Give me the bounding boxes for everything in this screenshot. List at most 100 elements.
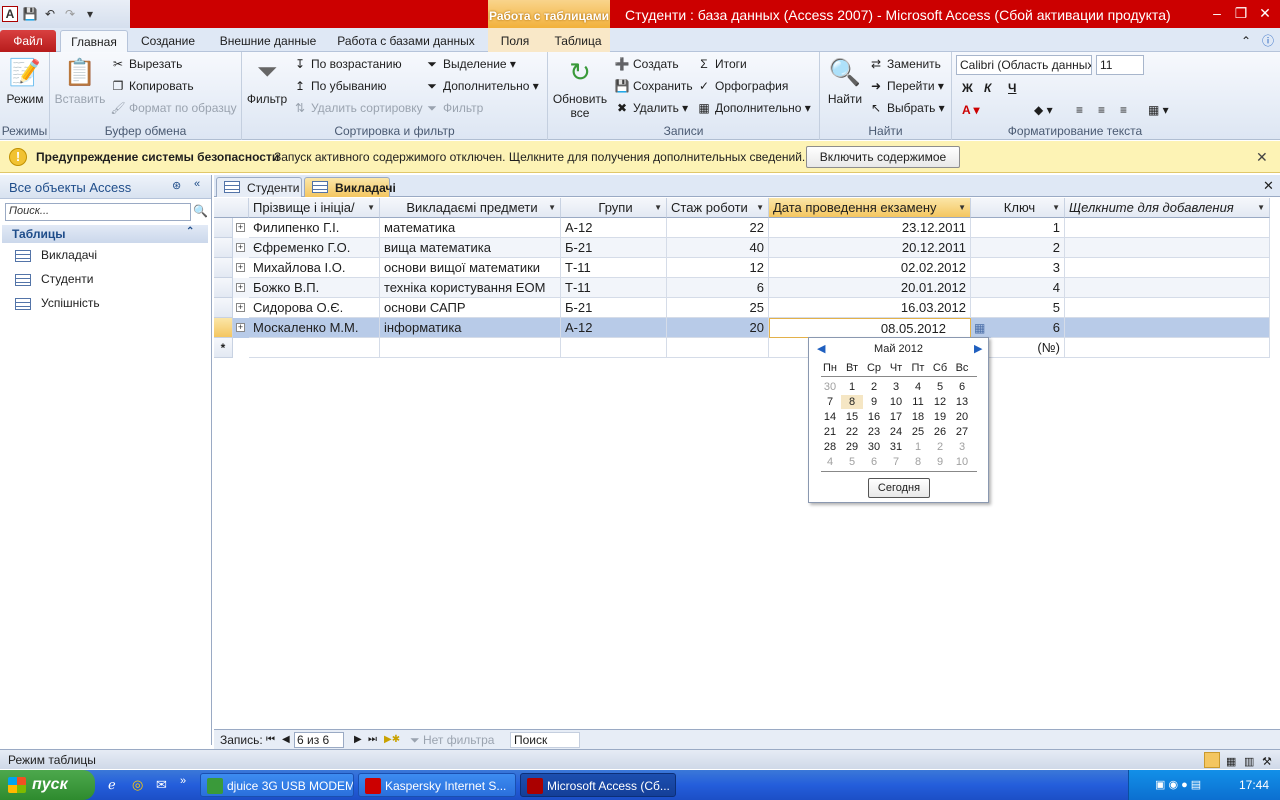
table-row[interactable]: + Михайлова І.О. основи вищої математики… — [214, 258, 1270, 278]
calendar-day[interactable]: 5 — [841, 455, 863, 469]
table-row-selected[interactable]: + Москаленко М.М. інформатика А-12 20 08… — [214, 318, 1270, 338]
calendar-day[interactable]: 15 — [841, 410, 863, 424]
search-icon[interactable]: 🔍 — [193, 204, 208, 218]
calendar-day[interactable]: 25 — [907, 425, 929, 439]
taskbar-item[interactable]: Kaspersky Internet S... — [358, 773, 516, 797]
tab-file[interactable]: Файл — [0, 30, 56, 52]
nav-item-grades[interactable]: Успішність — [15, 293, 100, 313]
column-header[interactable]: Викладаємі предмети ▼ — [380, 198, 561, 218]
calendar-day[interactable]: 6 — [863, 455, 885, 469]
cell[interactable]: 1 — [971, 218, 1065, 238]
cell[interactable]: основи вищої математики — [380, 258, 561, 278]
record-search-input[interactable]: Поиск — [510, 732, 580, 748]
close-icon[interactable]: ✕ — [1256, 149, 1268, 166]
calendar-day[interactable]: 28 — [819, 440, 841, 454]
selection-button[interactable]: ⏷ Выделение ▾ — [424, 54, 516, 74]
column-header[interactable]: Стаж роботи ▼ — [667, 198, 769, 218]
cell[interactable] — [561, 338, 667, 358]
spelling-button[interactable]: ✓ Орфография — [696, 76, 788, 96]
select-button[interactable]: ↖ Выбрать ▾ — [868, 98, 945, 118]
tab-fields[interactable]: Поля — [490, 30, 540, 52]
no-filter-indicator[interactable]: ⏷ Нет фильтра — [410, 730, 494, 750]
tab-external-data[interactable]: Внешние данные — [210, 30, 326, 52]
calendar-icon[interactable]: ▦ — [974, 321, 985, 335]
dropdown-arrow-icon[interactable]: ▼ — [756, 198, 764, 218]
calendar-day[interactable]: 30 — [819, 380, 841, 394]
cell[interactable] — [1065, 338, 1270, 358]
cell[interactable]: Єфременко Г.О. — [249, 238, 380, 258]
dropdown-arrow-icon[interactable]: ▼ — [1257, 198, 1265, 218]
cell[interactable]: 3 — [971, 258, 1065, 278]
cell-active[interactable]: 08.05.2012 — [769, 318, 971, 338]
cell[interactable]: Божко В.П. — [249, 278, 380, 298]
expand-icon[interactable]: + — [236, 323, 245, 332]
calendar-day[interactable]: 7 — [885, 455, 907, 469]
pivotchart-view-icon[interactable]: ▥ — [1244, 752, 1254, 772]
bold-button[interactable]: Ж — [962, 78, 973, 98]
cell[interactable]: техніка користування ЕОМ — [380, 278, 561, 298]
close-icon[interactable]: ✕ — [1254, 4, 1276, 22]
maximize-icon[interactable]: ❐ — [1230, 4, 1252, 22]
row-selector[interactable] — [214, 278, 233, 298]
gridlines-icon[interactable]: ▦ ▾ — [1148, 100, 1169, 120]
cell[interactable]: 40 — [667, 238, 769, 258]
pivottable-view-icon[interactable]: ▦ — [1226, 752, 1236, 772]
table-row[interactable]: + Филипенко Г.І. математика А-12 22 23.1… — [214, 218, 1270, 238]
dropdown-arrow-icon[interactable]: ▼ — [548, 198, 556, 218]
paste-button[interactable]: 📋 Вставить — [54, 56, 106, 107]
collapse-pane-icon[interactable]: « — [194, 178, 200, 190]
calendar-day[interactable]: 2 — [863, 380, 885, 394]
cell[interactable]: Москаленко М.М. — [249, 318, 380, 338]
nav-item-teachers[interactable]: Викладачі — [15, 245, 97, 265]
next-month-icon[interactable]: ▶ — [974, 342, 982, 355]
select-all-corner[interactable] — [214, 198, 249, 218]
close-icon[interactable]: ✕ — [1263, 178, 1274, 194]
more-records-button[interactable]: ▦ Дополнительно ▾ — [696, 98, 810, 118]
cell[interactable]: Т-11 — [561, 258, 667, 278]
cell[interactable]: 20.12.2011 — [769, 238, 971, 258]
remove-sort-button[interactable]: ⇅ Удалить сортировку — [292, 98, 423, 118]
view-button[interactable]: 📝 Режим — [4, 56, 46, 107]
cell[interactable]: 5 — [971, 298, 1065, 318]
calendar-day[interactable]: 4 — [907, 380, 929, 394]
row-selector[interactable] — [214, 238, 233, 258]
calendar-day[interactable]: 22 — [841, 425, 863, 439]
doc-tab-students[interactable]: Студенти — [216, 177, 302, 197]
expand-icon[interactable]: + — [236, 263, 245, 272]
calendar-day[interactable]: 21 — [819, 425, 841, 439]
calendar-day[interactable]: 19 — [929, 410, 951, 424]
column-header[interactable]: Ключ ▼ — [971, 198, 1065, 218]
cell[interactable]: 20 — [667, 318, 769, 338]
taskbar-item-active[interactable]: Microsoft Access (Сб... — [520, 773, 676, 797]
prev-record-icon[interactable]: ◀ — [282, 730, 290, 750]
filter-button[interactable]: ⏷ Фильтр — [246, 56, 288, 106]
today-button[interactable]: Сегодня — [868, 478, 930, 498]
taskbar-item[interactable]: djuice 3G USB MODEM — [200, 773, 354, 797]
tab-home[interactable]: Главная — [60, 30, 128, 52]
cell[interactable] — [1065, 258, 1270, 278]
calendar-day[interactable]: 11 — [907, 395, 929, 409]
new-record-button[interactable]: ➕ Создать — [614, 54, 679, 74]
cell[interactable]: 4 — [971, 278, 1065, 298]
calendar-day[interactable]: 2 — [929, 440, 951, 454]
cell[interactable]: 6 — [667, 278, 769, 298]
calendar-day[interactable]: 8 — [841, 395, 863, 409]
security-message[interactable]: Запуск активного содержимого отключен. Щ… — [274, 150, 805, 164]
cell[interactable] — [1065, 278, 1270, 298]
cell[interactable]: Сидорова О.Є. — [249, 298, 380, 318]
table-row[interactable]: + Сидорова О.Є. основи САПР Б-21 25 16.0… — [214, 298, 1270, 318]
save-icon[interactable]: 💾 — [22, 6, 38, 22]
cell[interactable] — [667, 338, 769, 358]
tab-create[interactable]: Создание — [134, 30, 202, 52]
cell[interactable]: Михайлова І.О. — [249, 258, 380, 278]
doc-tab-teachers[interactable]: Викладачі — [304, 177, 396, 197]
cell[interactable]: 23.12.2011 — [769, 218, 971, 238]
row-selector[interactable] — [214, 318, 233, 338]
cell[interactable]: Б-21 — [561, 238, 667, 258]
dropdown-arrow-icon[interactable]: ▼ — [367, 198, 375, 218]
italic-button[interactable]: К — [984, 78, 991, 98]
cell[interactable]: 6 — [991, 318, 1065, 338]
calendar-day[interactable]: 7 — [819, 395, 841, 409]
align-right-icon[interactable]: ≡ — [1120, 100, 1127, 120]
dropdown-arrow-icon[interactable]: ▼ — [654, 198, 662, 218]
